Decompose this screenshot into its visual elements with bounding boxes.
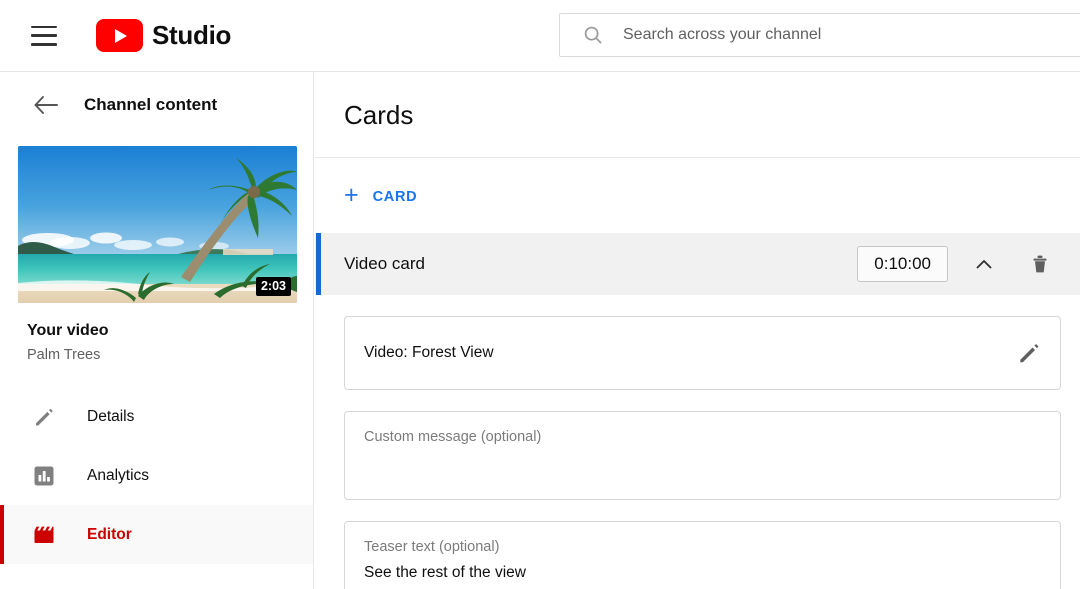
sidebar-nav: Details Analytics Editor [0,387,313,564]
card-timestamp-input[interactable]: 0:10:00 [857,246,948,282]
teaser-text-value: See the rest of the view [364,564,526,581]
sidebar: Channel content 2:03 Your video Palm Tre… [0,72,314,589]
title-divider [315,157,1080,158]
sidebar-item-analytics[interactable]: Analytics [0,446,313,505]
hamburger-line [31,25,57,28]
pencil-icon [31,404,57,430]
back-label: Channel content [84,95,218,114]
custom-message-placeholder: Custom message (optional) [364,429,542,445]
chevron-up-icon[interactable] [964,244,1004,284]
trash-icon[interactable] [1020,244,1060,284]
play-triangle [115,28,127,43]
hamburger-line [31,34,57,37]
teaser-text-placeholder: Teaser text (optional) [364,539,500,555]
video-meta: Your video Palm Trees [27,322,313,363]
video-name: Palm Trees [27,347,101,363]
video-heading: Your video [27,322,109,339]
hamburger-line [31,43,57,46]
sidebar-item-label: Editor [87,525,132,543]
sidebar-item-label: Details [87,407,135,425]
plus-icon: + [344,181,359,209]
sidebar-item-label: Analytics [87,466,150,484]
add-card-label: CARD [372,188,418,205]
clapperboard-icon [31,522,57,548]
video-card-header[interactable]: Video card 0:10:00 [315,233,1080,295]
card-type-label: Video card [344,254,425,273]
studio-brand-logo[interactable]: Studio [96,19,231,52]
brand-label: Studio [152,20,232,50]
search-bar[interactable] [559,13,1080,57]
teaser-text-field[interactable]: Teaser text (optional) See the rest of t… [344,521,1061,589]
video-duration-badge: 2:03 [255,277,291,296]
search-input[interactable] [623,15,1053,55]
sidebar-item-editor[interactable]: Editor [0,505,313,564]
hamburger-icon[interactable] [31,25,57,46]
page-title: Cards [344,100,414,130]
youtube-play-icon [96,19,143,52]
bar-chart-icon [31,463,57,489]
pencil-icon[interactable] [1016,340,1042,366]
main-content: Cards + CARD Video card 0:10:00 Video: F… [315,72,1080,589]
back-to-channel-content[interactable]: Channel content [0,72,313,138]
video-thumbnail[interactable]: 2:03 [18,146,297,303]
sidebar-item-details[interactable]: Details [0,387,313,446]
card-video-value: Video: Forest View [364,344,494,361]
back-arrow-icon [33,94,59,116]
app-bar: Studio [0,0,1080,72]
search-icon [582,24,604,46]
add-card-button[interactable]: + CARD [344,181,418,209]
custom-message-field[interactable]: Custom message (optional) [344,411,1061,500]
card-video-field[interactable]: Video: Forest View [344,316,1061,390]
